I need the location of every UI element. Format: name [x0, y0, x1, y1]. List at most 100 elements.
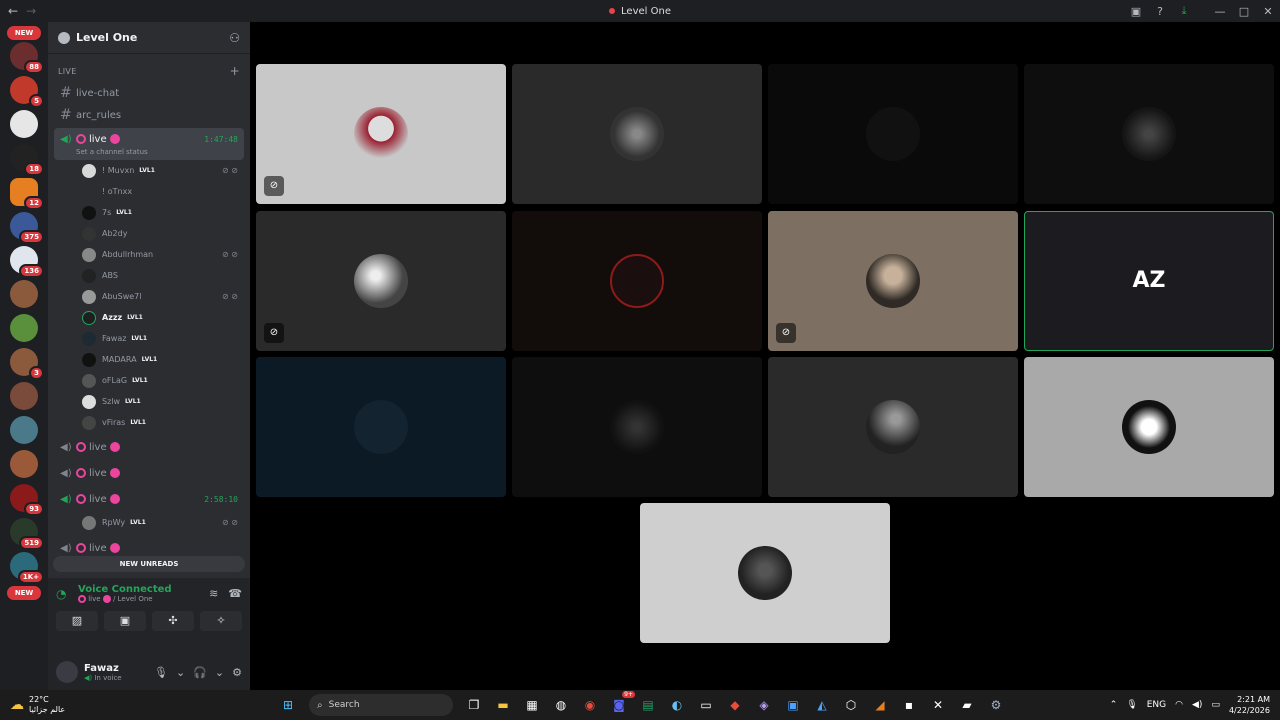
voice-member[interactable]: AbuSwe7l ⊘ ⊘ [54, 286, 244, 307]
server-icon[interactable]: 1K+ [10, 552, 44, 584]
voice-member[interactable]: Abdullrhman ⊘ ⊘ [54, 244, 244, 265]
server-icon[interactable]: 88 [10, 42, 44, 74]
language-indicator[interactable]: ENG [1147, 700, 1166, 710]
participant-tile[interactable] [768, 357, 1018, 497]
excel-icon[interactable]: ▤ [636, 693, 660, 717]
minimize-button[interactable]: — [1208, 5, 1232, 18]
channel-live-chat[interactable]: # live-chat [54, 82, 244, 104]
voice-channel-subtitle[interactable]: live / Level One [78, 595, 199, 603]
app-icon[interactable]: ▣ [781, 693, 805, 717]
channel-arc-rules[interactable]: # arc_rules [54, 104, 244, 126]
start-icon[interactable]: ⊞ [276, 693, 300, 717]
disconnect-icon[interactable]: ☎ [228, 587, 242, 600]
help-icon[interactable]: ? [1148, 5, 1172, 18]
voice-member[interactable]: Fawaz LVL1 [54, 328, 244, 349]
chevron-down-icon[interactable]: ⌄ [215, 666, 224, 679]
app-icon[interactable]: ✕ [926, 693, 950, 717]
activities-button[interactable]: ✣ [152, 611, 194, 631]
participant-tile[interactable] [256, 357, 506, 497]
voice-connected-title[interactable]: Voice Connected [78, 584, 199, 595]
new-pill[interactable]: NEW [7, 586, 41, 600]
close-button[interactable]: ✕ [1256, 5, 1280, 18]
voice-member[interactable]: Ab2dy [54, 223, 244, 244]
voice-member[interactable]: MADARA LVL1 [54, 349, 244, 370]
app-icon[interactable]: ◢ [868, 693, 892, 717]
invite-people-icon[interactable]: ⚇ [229, 31, 240, 45]
participant-tile[interactable] [512, 357, 762, 497]
server-icon[interactable]: 3 [10, 348, 44, 380]
avatar[interactable] [56, 661, 78, 683]
voice-member[interactable]: oFLaG LVL1 [54, 370, 244, 391]
participant-tile[interactable]: ⊘ [256, 64, 506, 204]
participant-tile-speaking[interactable]: AZ [1024, 211, 1274, 351]
voice-channel-live[interactable]: ◀) live 2:58:10 [54, 488, 244, 510]
voice-channel-live[interactable]: ◀) live [54, 436, 244, 458]
add-channel-icon[interactable]: + [230, 64, 240, 78]
server-icon[interactable]: 5 [10, 76, 44, 108]
share-screen-button[interactable]: ▣ [104, 611, 146, 631]
voice-member[interactable]: Azzz LVL1 [54, 307, 244, 328]
store-icon[interactable]: ▦ [520, 693, 544, 717]
voice-member[interactable]: ! Muvxn LVL1 ⊘ ⊘ [54, 160, 244, 181]
participant-tile[interactable] [640, 503, 890, 643]
voice-channel-live-active[interactable]: ◀) live 1:47:48 Set a channel status [54, 128, 244, 160]
wifi-icon[interactable]: ◠ [1175, 700, 1183, 710]
chrome-icon[interactable]: ◉ [578, 693, 602, 717]
participant-tile[interactable]: ⊘ [768, 211, 1018, 351]
chevron-down-icon[interactable]: ⌄ [176, 666, 185, 679]
server-icon[interactable]: 18 [10, 144, 44, 176]
server-icon[interactable]: 519 [10, 518, 44, 550]
app-icon[interactable]: ▪ [897, 693, 921, 717]
weather-widget[interactable]: ☁ 22°C عالم جزائيا [0, 695, 200, 715]
file-explorer-icon[interactable]: ▬ [491, 693, 515, 717]
app-icon[interactable]: ▭ [694, 693, 718, 717]
back-arrow-icon[interactable]: ← [8, 4, 18, 18]
new-unreads-bar[interactable]: NEW UNREADS [53, 556, 245, 572]
server-icon[interactable] [10, 416, 38, 444]
screen-share-icon[interactable]: ▣ [1124, 5, 1148, 18]
clock[interactable]: 2:21 AM 4/22/2026 [1229, 694, 1270, 716]
participant-tile[interactable] [512, 64, 762, 204]
microphone-icon[interactable]: 🎙 [154, 666, 168, 679]
voice-member[interactable]: vFiras LVL1 [54, 412, 244, 433]
server-icon[interactable]: 93 [10, 484, 44, 516]
app-icon[interactable]: ▰ [955, 693, 979, 717]
new-pill[interactable]: NEW [7, 26, 41, 40]
app-icon[interactable]: ◭ [810, 693, 834, 717]
search-box[interactable]: ⌕ Search [309, 694, 453, 716]
app-icon[interactable]: ◆ [723, 693, 747, 717]
server-icon[interactable]: 136 [10, 246, 44, 278]
participant-tile[interactable]: ⊘ [256, 211, 506, 351]
voice-channel-live[interactable]: ◀) live [54, 462, 244, 484]
task-view-icon[interactable]: ❐ [462, 693, 486, 717]
forward-arrow-icon[interactable]: → [26, 4, 36, 18]
chevron-up-icon[interactable]: ⌃ [1110, 700, 1118, 710]
noise-suppression-icon[interactable]: ≋ [209, 587, 218, 600]
volume-icon[interactable]: ◀) [1192, 700, 1202, 710]
server-icon[interactable]: 375 [10, 212, 44, 244]
maximize-button[interactable]: □ [1232, 5, 1256, 18]
microphone-icon[interactable]: 🎙 [1126, 700, 1137, 710]
steam-icon[interactable]: ◐ [665, 693, 689, 717]
settings-icon[interactable]: ⚙ [984, 693, 1008, 717]
channel-status[interactable]: Set a channel status [60, 148, 238, 158]
gear-icon[interactable]: ⚙ [232, 666, 242, 679]
voice-member[interactable]: ABS [54, 265, 244, 286]
voice-member[interactable]: ! oTnxx [54, 181, 244, 202]
guild-header[interactable]: Level One ⚇ [48, 22, 250, 54]
discord-icon[interactable]: ◙ 9+ [607, 691, 635, 717]
server-icon[interactable] [10, 110, 38, 138]
participant-tile[interactable] [1024, 357, 1274, 497]
voice-member[interactable]: Szlw LVL1 [54, 391, 244, 412]
battery-icon[interactable]: ▭ [1211, 700, 1220, 710]
participant-tile[interactable] [1024, 64, 1274, 204]
signal-icon[interactable]: ◔ [56, 587, 78, 601]
server-icon[interactable] [10, 382, 38, 410]
camera-off-button[interactable]: ▨ [56, 611, 98, 631]
epic-games-icon[interactable]: ⬡ [839, 693, 863, 717]
download-icon[interactable]: ⤓ [1172, 4, 1196, 18]
soundboard-button[interactable]: ✧ [200, 611, 242, 631]
voice-member[interactable]: 7s LVL1 [54, 202, 244, 223]
category-header[interactable]: LIVE + [48, 54, 250, 82]
participant-tile[interactable] [768, 64, 1018, 204]
